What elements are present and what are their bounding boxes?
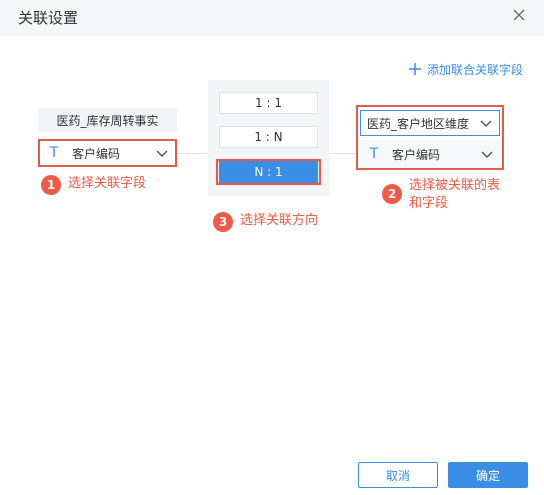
step-3-number: 3 (213, 212, 233, 232)
step-1-text: 选择关联字段 (68, 176, 147, 191)
cancel-button[interactable]: 取消 (358, 462, 438, 488)
left-table-name: 医药_库存周转事实 (38, 108, 177, 132)
right-field-select[interactable]: T 客户编码 (360, 140, 500, 168)
close-icon[interactable] (510, 6, 528, 24)
step-2-number: 2 (382, 184, 402, 204)
right-field-label: 客户编码 (392, 147, 441, 162)
right-table-label: 医药_客户地区维度 (367, 116, 470, 131)
step-2-text: 选择被关联的表和字段 (409, 178, 501, 211)
chevron-down-icon (480, 120, 492, 127)
dialog-header: 关联设置 (0, 0, 544, 36)
add-joint-field-link[interactable]: 添加联合关联字段 (408, 60, 523, 78)
confirm-button[interactable]: 确定 (448, 462, 528, 488)
left-field-label: 客户编码 (72, 146, 121, 161)
add-joint-field-label: 添加联合关联字段 (427, 62, 524, 77)
dialog-title: 关联设置 (18, 9, 79, 27)
step-1-annotation: 1 选择关联字段 (41, 175, 146, 195)
text-type-icon: T (49, 145, 59, 161)
step-3-text: 选择关联方向 (240, 213, 319, 228)
relation-highlight-box (216, 159, 321, 185)
right-table-select[interactable]: 医药_客户地区维度 (360, 110, 500, 136)
connector-line-right (329, 153, 356, 154)
relation-option-one-to-one[interactable]: 1 : 1 (219, 92, 318, 114)
chevron-down-icon (481, 151, 493, 158)
chevron-down-icon (156, 150, 168, 157)
text-type-icon: T (369, 146, 379, 162)
step-2-annotation: 2 选择被关联的表和字段 (382, 177, 509, 213)
connector-line-left (177, 153, 208, 154)
step-3-annotation: 3 选择关联方向 (213, 212, 318, 232)
plus-icon (409, 63, 421, 75)
relation-option-one-to-many[interactable]: 1 : N (219, 126, 318, 148)
step-1-number: 1 (41, 175, 61, 195)
left-field-select[interactable]: T 客户编码 (38, 139, 177, 167)
